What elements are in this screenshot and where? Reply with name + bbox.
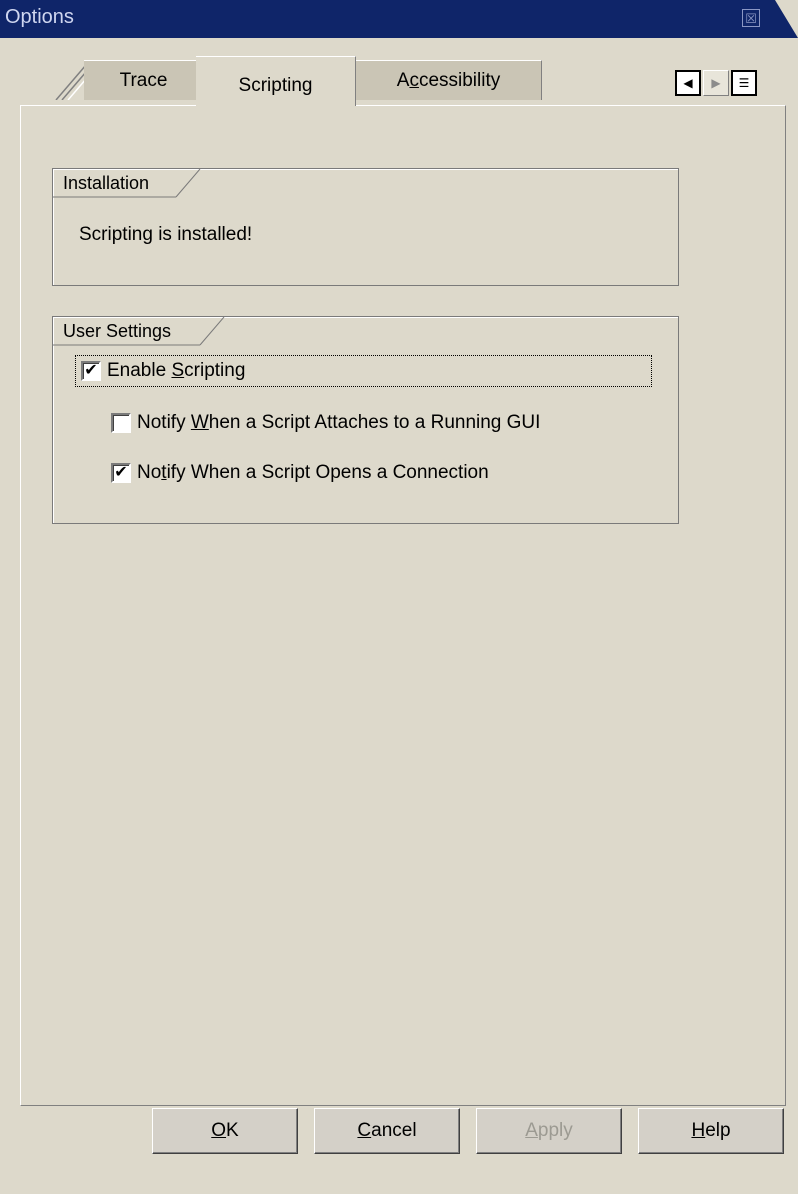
user-settings-group: User Settings ✔ Enable Scripting Notify … [52,316,679,524]
window-title: Options [5,6,74,28]
scroll-left-icon[interactable]: ◀ [675,70,701,96]
installation-group: Installation Scripting is installed! [52,168,679,286]
options-dialog: Trace Scripting Accessibility ◀ ▶ ☰ Inst… [0,38,798,1194]
close-icon[interactable]: ☒ [742,9,760,27]
tab-trace-label: Trace [119,70,168,91]
help-button[interactable]: Help [638,1108,784,1154]
group-title-tab-shape [53,317,225,346]
tab-panel-scripting: Installation Scripting is installed! Use… [20,105,786,1106]
tab-scripting[interactable]: Scripting [196,56,356,106]
ok-button[interactable]: OK [152,1108,298,1154]
title-corner-decoration [775,0,798,38]
installation-status: Scripting is installed! [79,224,253,245]
notify-connection-option[interactable]: ✔ Notify When a Script Opens a Connectio… [111,460,489,486]
tab-scripting-label: Scripting [238,75,313,96]
notify-connection-checkbox[interactable]: ✔ [111,463,131,483]
tab-trace[interactable]: Trace [84,60,204,100]
notify-attach-checkbox[interactable] [111,413,131,433]
notify-attach-option[interactable]: Notify When a Script Attaches to a Runni… [111,410,540,436]
tab-strip: Trace Scripting Accessibility ◀ ▶ ☰ [6,38,798,108]
enable-scripting-checkbox[interactable]: ✔ [81,361,101,381]
tab-accessibility-label: Accessibility [396,70,501,91]
title-bar[interactable]: Options ☒ [0,0,798,38]
notify-connection-label[interactable]: Notify When a Script Opens a Connection [137,462,489,484]
group-title-tab-shape [53,169,201,198]
enable-scripting-option[interactable]: ✔ Enable Scripting [81,358,245,384]
cancel-button[interactable]: Cancel [314,1108,460,1154]
tab-list-icon[interactable]: ☰ [731,70,757,96]
tab-accessibility[interactable]: Accessibility [356,60,542,100]
enable-scripting-label[interactable]: Enable Scripting [107,360,245,382]
notify-attach-label[interactable]: Notify When a Script Attaches to a Runni… [137,412,540,434]
apply-button[interactable]: Apply [476,1108,622,1154]
scroll-right-icon[interactable]: ▶ [703,70,729,96]
